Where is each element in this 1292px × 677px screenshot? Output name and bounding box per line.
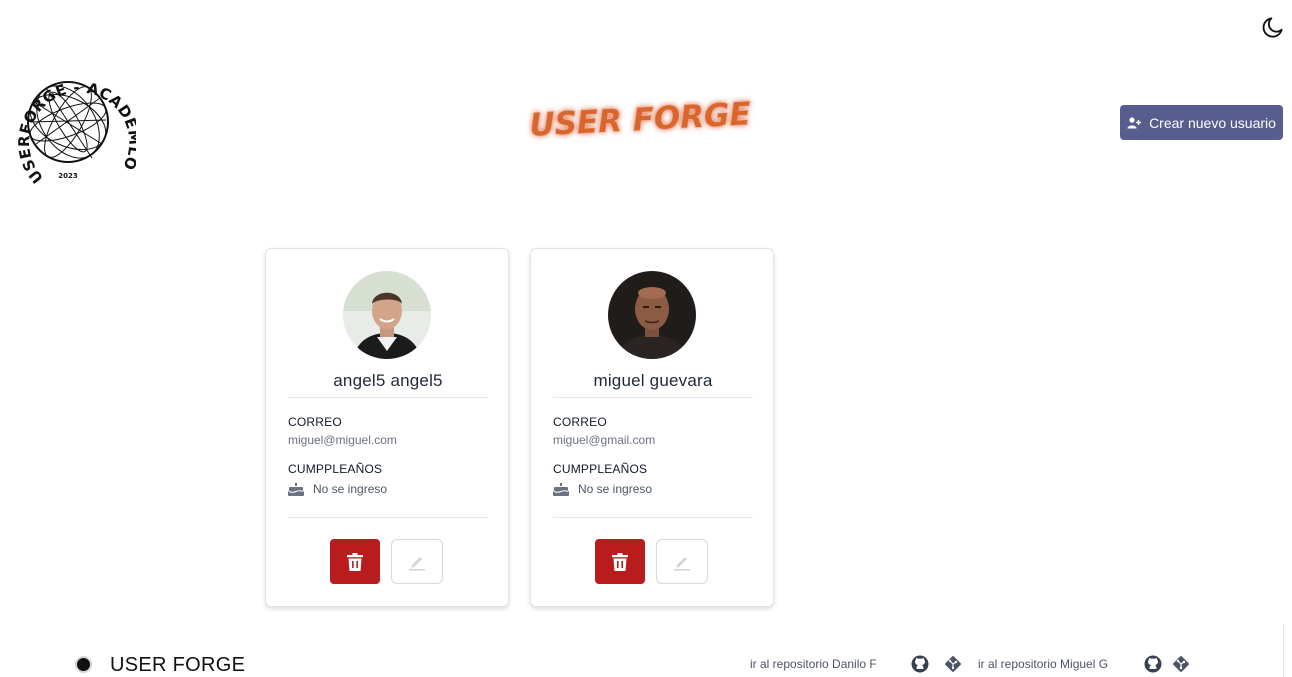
brand-title: USER FORGE [528,95,752,144]
divider [288,517,488,518]
pencil-icon [674,556,690,571]
birthday-row: No se ingreso [288,482,387,496]
logo-year: 2023 [58,172,78,180]
birthday-value: No se ingreso [578,482,653,496]
avatar [343,271,431,359]
email-value: miguel@gmail.com [553,433,656,447]
trash-icon [347,552,363,571]
create-user-label: Crear nuevo usuario [1149,114,1276,131]
user-name: miguel guevara [593,371,713,390]
footer-title: USER FORGE [110,654,246,676]
brand-title-text: USER FORGE [529,96,752,144]
github-icon[interactable] [1144,655,1162,673]
git-icon[interactable] [944,655,962,673]
edit-user-button[interactable] [656,539,708,584]
email-label: CORREO [553,415,607,429]
scrollbar-edge [1283,624,1284,677]
birthday-label: CUMPPLEAÑOS [288,462,383,476]
theme-toggle-button[interactable] [1259,14,1287,40]
avatar [608,271,696,359]
user-card: angel5 angel5 CORREO miguel@miguel.com C… [265,248,509,607]
repo-link-danilo[interactable]: ir al repositorio Danilo F [750,657,877,671]
birthday-row: No se ingreso [553,482,652,496]
divider [553,517,753,518]
add-user-icon [1127,116,1142,128]
divider [553,397,753,398]
userforge-academlo-logo: USERFORGE - ACADEMLO 2023 [15,78,136,186]
user-name: angel5 angel5 [333,371,443,390]
divider [288,397,488,398]
birthday-label: CUMPPLEAÑOS [553,462,648,476]
moon-icon [1262,17,1283,38]
pencil-icon [409,556,425,571]
github-icon[interactable] [911,655,929,673]
repo-link-miguel[interactable]: ir al repositorio Miguel G [978,657,1108,671]
delete-user-button[interactable] [595,539,645,584]
create-user-button[interactable]: Crear nuevo usuario [1120,105,1283,140]
email-label: CORREO [288,415,342,429]
edit-user-button[interactable] [391,539,443,584]
trash-icon [612,552,628,571]
cake-icon [288,482,304,496]
footer-logo [77,658,90,671]
delete-user-button[interactable] [330,539,380,584]
email-value: miguel@miguel.com [288,433,397,447]
birthday-value: No se ingreso [313,482,388,496]
user-card: miguel guevara CORREO miguel@gmail.com C… [530,248,774,607]
git-icon[interactable] [1172,655,1190,673]
cake-icon [553,482,569,496]
